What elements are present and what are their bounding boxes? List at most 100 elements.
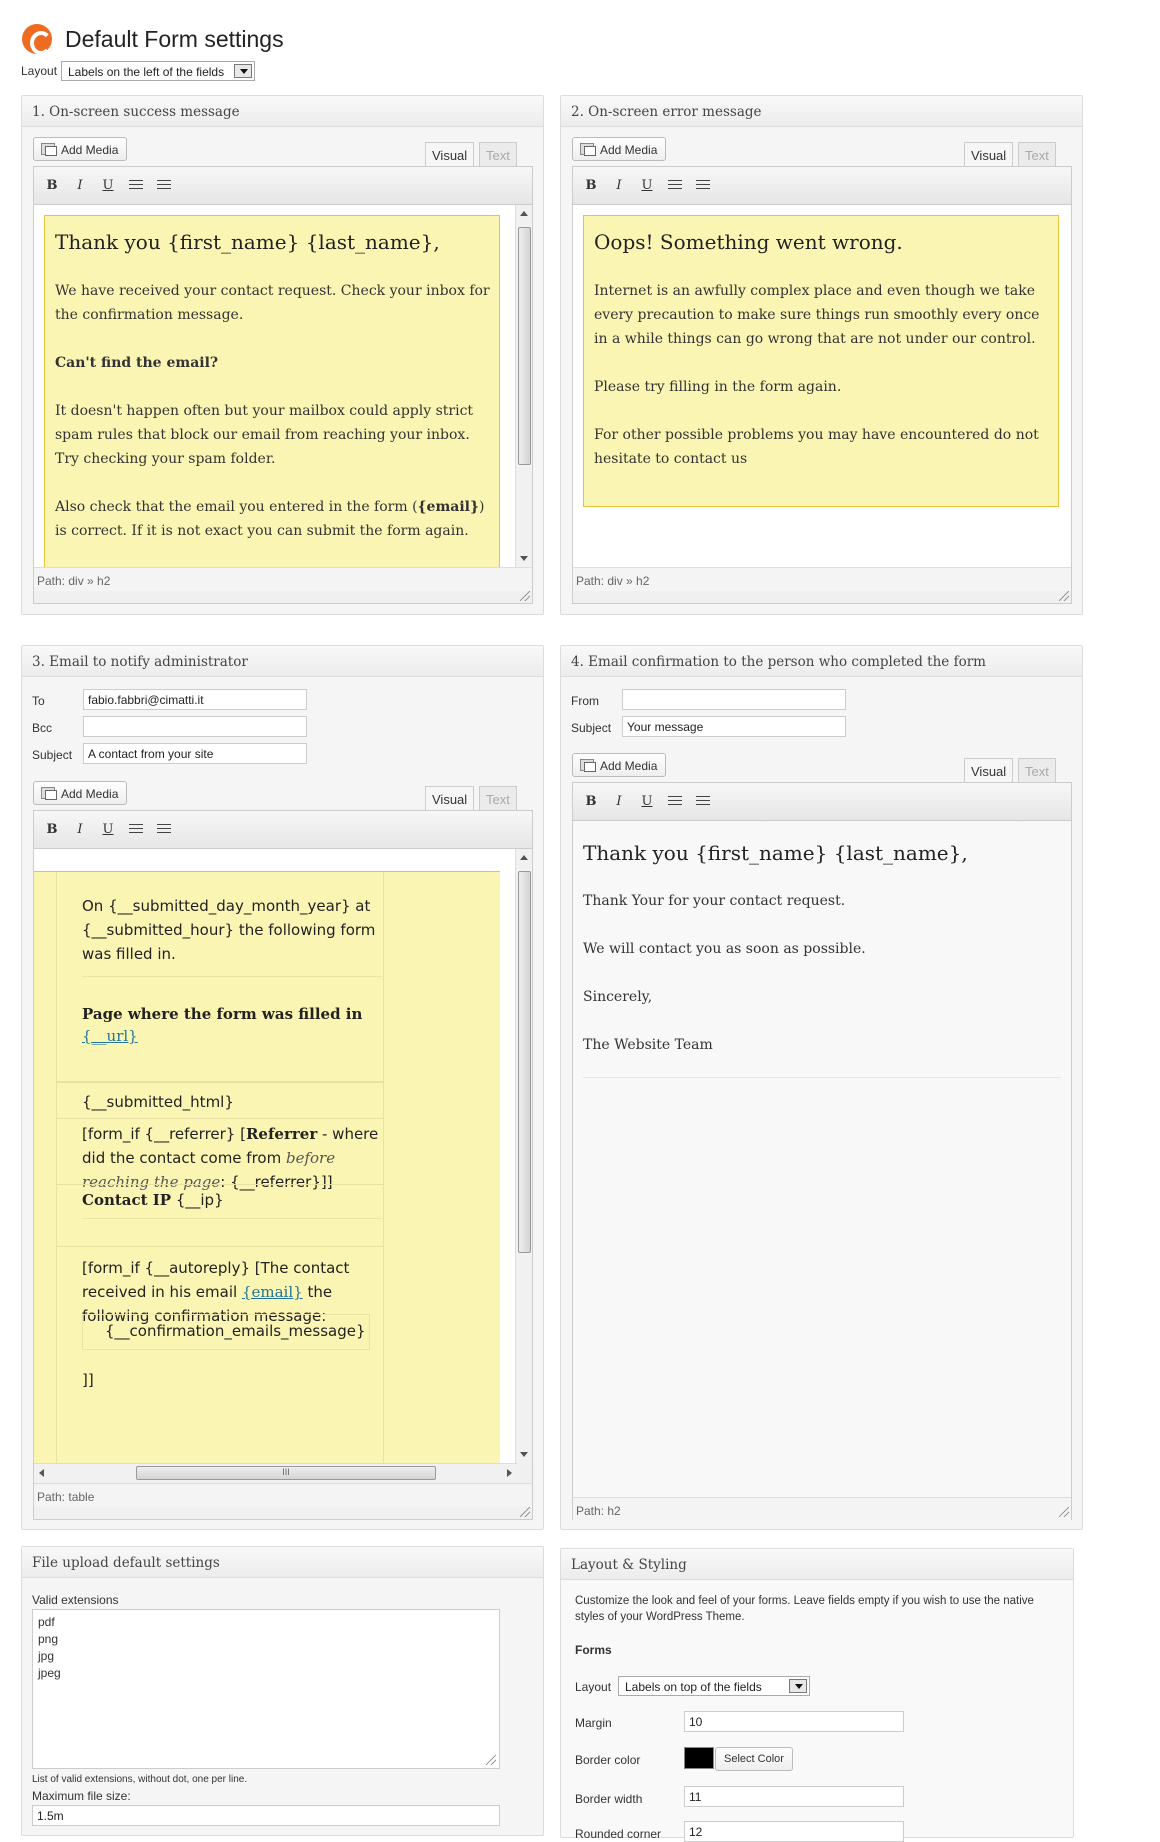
- file-upload-panel: File upload default settings Valid exten…: [21, 1546, 544, 1836]
- italic-button[interactable]: I: [71, 821, 89, 839]
- bcc-input[interactable]: [83, 716, 307, 737]
- url-link[interactable]: {__url}: [82, 1024, 138, 1048]
- divider: [583, 1077, 1061, 1078]
- numbered-list-button[interactable]: [155, 177, 173, 195]
- tab-visual[interactable]: Visual: [964, 758, 1014, 782]
- media-icon: [580, 143, 596, 156]
- bullet-list-button[interactable]: [666, 793, 684, 811]
- max-size-label: Maximum file size:: [32, 1789, 131, 1803]
- scroll-right-icon: [507, 1469, 512, 1477]
- panel-title: File upload default settings: [22, 1547, 543, 1578]
- plugin-logo-icon: [22, 24, 52, 55]
- layout-select[interactable]: Labels on the left of the fields: [61, 61, 255, 81]
- message-block: Oops! Something went wrong. Internet is …: [583, 215, 1059, 507]
- success-message-panel: 1. On-screen success message Add Media V…: [21, 95, 544, 615]
- bullet-list-button[interactable]: [127, 821, 145, 839]
- editor-content[interactable]: Oops! Something went wrong. Internet is …: [573, 205, 1071, 567]
- bullet-list-button[interactable]: [127, 177, 145, 195]
- add-media-button[interactable]: Add Media: [572, 137, 667, 161]
- underline-button[interactable]: U: [99, 821, 117, 839]
- resize-handle-icon[interactable]: [1059, 1507, 1069, 1517]
- element-path: Path: div » h2: [573, 567, 1071, 591]
- editor-content[interactable]: Thank you {first_name} {last_name}, We h…: [34, 205, 532, 567]
- from-label: From: [571, 694, 599, 708]
- max-size-input[interactable]: 1.5m: [32, 1805, 500, 1826]
- scroll-thumb-horizontal[interactable]: III: [136, 1466, 436, 1480]
- underline-button[interactable]: U: [638, 793, 656, 811]
- layout-select[interactable]: Labels on top of the fields: [618, 1676, 810, 1696]
- message-block: Thank you {first_name} {last_name}, We h…: [44, 215, 500, 567]
- vertical-scrollbar[interactable]: [515, 849, 532, 1463]
- border-width-input[interactable]: 11: [684, 1786, 904, 1807]
- bold-button[interactable]: B: [43, 177, 61, 195]
- editor-toolbar: B I U: [573, 783, 1071, 821]
- bold-button[interactable]: B: [582, 793, 600, 811]
- message-paragraph: The Website Team: [583, 1037, 713, 1053]
- scroll-left-icon: [39, 1469, 44, 1477]
- message-subheading: Can't find the email?: [55, 355, 219, 371]
- resize-handle-icon[interactable]: [520, 1507, 530, 1517]
- list-item: jpeg: [38, 1666, 61, 1680]
- tab-visual[interactable]: Visual: [425, 142, 475, 166]
- element-path: Path: table: [34, 1483, 532, 1507]
- add-media-button[interactable]: Add Media: [33, 781, 128, 805]
- scroll-thumb[interactable]: [518, 871, 531, 1253]
- editor-content[interactable]: On {__submitted_day_month_year} at {__su…: [34, 849, 532, 1463]
- numbered-list-button[interactable]: [155, 821, 173, 839]
- scroll-thumb[interactable]: [518, 227, 531, 465]
- tab-visual[interactable]: Visual: [425, 786, 475, 810]
- resize-handle-icon[interactable]: [520, 591, 530, 601]
- editor-content[interactable]: Thank you {first_name} {last_name}, Than…: [573, 821, 1071, 1497]
- list-item: jpg: [38, 1649, 55, 1663]
- tab-visual[interactable]: Visual: [964, 142, 1014, 166]
- email-template-table: On {__submitted_day_month_year} at {__su…: [34, 871, 500, 1463]
- underline-button[interactable]: U: [638, 177, 656, 195]
- italic-button[interactable]: I: [610, 177, 628, 195]
- table-row: Page where the form was filled in: [82, 1005, 363, 1023]
- rich-text-editor: B I U On {__submitted_day_month_year} at…: [33, 810, 533, 1520]
- scroll-down-icon: [520, 1452, 528, 1457]
- chevron-down-icon: [234, 64, 252, 78]
- numbered-list-button[interactable]: [694, 793, 712, 811]
- resize-handle-icon[interactable]: [1059, 591, 1069, 601]
- extensions-textarea[interactable]: pdf png jpg jpeg: [32, 1609, 500, 1769]
- bold-button[interactable]: B: [43, 821, 61, 839]
- element-path: Path: div » h2: [34, 567, 532, 591]
- layout-label: Layout: [21, 64, 58, 78]
- message-heading: Thank you {first_name} {last_name},: [583, 841, 968, 865]
- add-media-button[interactable]: Add Media: [572, 753, 667, 777]
- subject-input[interactable]: A contact from your site: [83, 743, 307, 764]
- numbered-list-button[interactable]: [694, 177, 712, 195]
- layout-label: Layout: [575, 1680, 612, 1694]
- media-icon: [580, 759, 596, 772]
- chevron-down-icon: [789, 1679, 807, 1693]
- scroll-down-icon: [520, 556, 528, 561]
- list-item: png: [38, 1632, 59, 1646]
- border-width-label: Border width: [575, 1792, 643, 1806]
- margin-input[interactable]: 10: [684, 1711, 904, 1732]
- border-color-swatch[interactable]: [684, 1747, 714, 1769]
- vertical-scrollbar[interactable]: [515, 205, 532, 567]
- subject-input[interactable]: Your message: [622, 716, 846, 737]
- resize-handle-icon[interactable]: [486, 1755, 496, 1765]
- tab-text[interactable]: Text: [479, 786, 517, 810]
- bullet-list-button[interactable]: [666, 177, 684, 195]
- underline-button[interactable]: U: [99, 177, 117, 195]
- rounded-corner-input[interactable]: 12: [684, 1821, 904, 1842]
- media-icon: [41, 787, 57, 800]
- horizontal-scrollbar[interactable]: III: [34, 1463, 517, 1481]
- italic-button[interactable]: I: [71, 177, 89, 195]
- to-label: To: [32, 694, 45, 708]
- styling-description: Customize the look and feel of your form…: [575, 1595, 1034, 1623]
- select-color-button[interactable]: Select Color: [715, 1747, 793, 1771]
- tab-text[interactable]: Text: [479, 142, 517, 166]
- tab-text[interactable]: Text: [1018, 142, 1056, 166]
- from-input[interactable]: [622, 689, 846, 710]
- element-path: Path: h2: [573, 1497, 1071, 1521]
- message-heading: Thank you {first_name} {last_name},: [55, 230, 440, 254]
- tab-text[interactable]: Text: [1018, 758, 1056, 782]
- to-input[interactable]: fabio.fabbri@cimatti.it: [83, 689, 307, 710]
- add-media-button[interactable]: Add Media: [33, 137, 128, 161]
- bold-button[interactable]: B: [582, 177, 600, 195]
- italic-button[interactable]: I: [610, 793, 628, 811]
